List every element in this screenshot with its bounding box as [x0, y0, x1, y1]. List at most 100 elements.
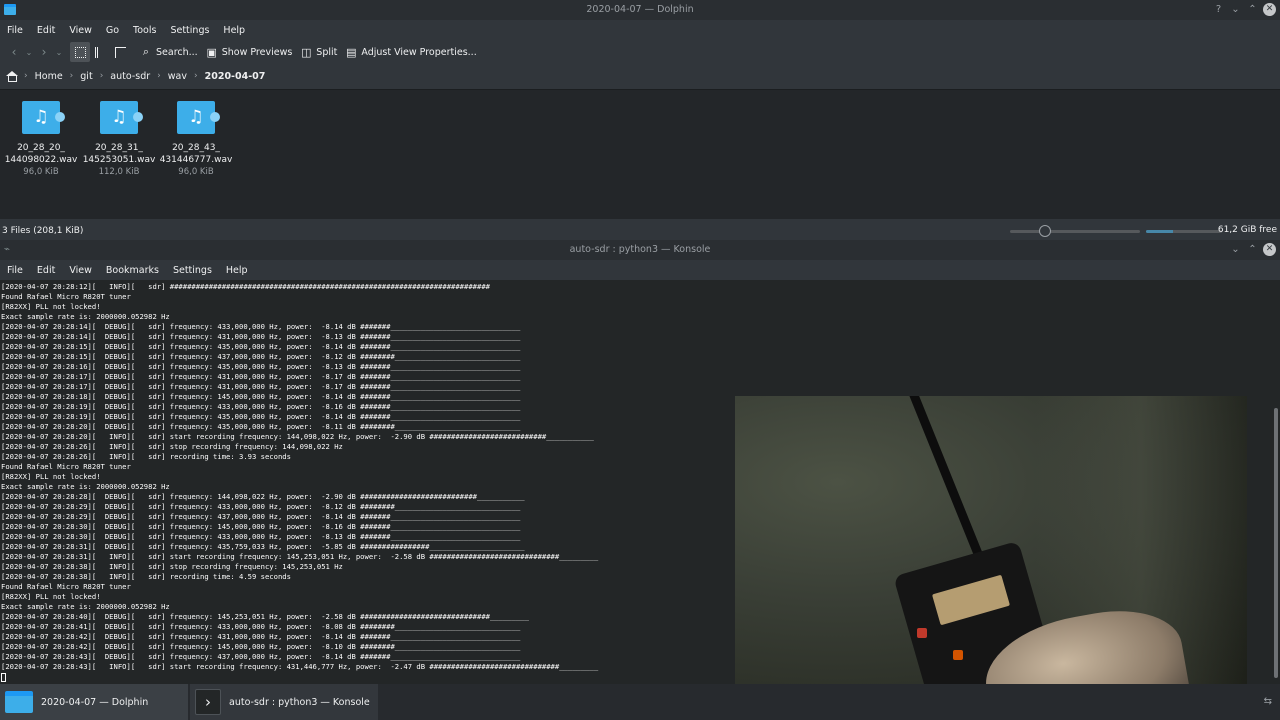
search-label: Search... — [156, 46, 198, 58]
radio-led — [917, 628, 927, 638]
file-name-line1: 20_28_20_ — [17, 143, 65, 153]
compact-view-icon — [94, 46, 106, 58]
back-button[interactable]: ‹ — [4, 42, 24, 62]
back-history-button[interactable]: ⌄ — [24, 42, 34, 62]
file-name-line2: 145253051.wav — [82, 155, 156, 165]
terminal-line: [2020-04-07 20:28:17][ DEBUG][ sdr] freq… — [1, 382, 521, 391]
minimize-icon[interactable]: ⌄ — [1229, 243, 1242, 256]
task-konsole-label: auto-sdr : python3 — Konsole — [229, 696, 370, 708]
menu-go[interactable]: Go — [99, 25, 126, 36]
crumb-git[interactable]: git — [80, 71, 92, 82]
konsole-menubar: File Edit View Bookmarks Settings Help — [0, 260, 1280, 280]
forward-button[interactable]: › — [34, 42, 54, 62]
show-previews-label: Show Previews — [221, 46, 293, 58]
properties-icon: ▤ — [346, 45, 357, 59]
file-size: 96,0 KiB — [178, 167, 214, 177]
chevron-down-icon: ⌄ — [25, 47, 33, 57]
terminal-line: [2020-04-07 20:28:12][ INFO][ sdr] #####… — [1, 282, 490, 291]
webcam-overlay — [735, 396, 1247, 684]
file-item[interactable]: ♫ 20_28_43_ 431446777.wav 96,0 KiB — [157, 98, 235, 177]
menu-settings[interactable]: Settings — [166, 265, 219, 276]
file-view[interactable]: ♫ 20_28_20_ 144098022.wav 96,0 KiB ♫ 20_… — [0, 89, 1280, 219]
audio-file-icon: ♫ — [22, 101, 65, 134]
menu-file[interactable]: File — [0, 265, 30, 276]
compact-view-button[interactable] — [90, 42, 110, 62]
free-space-bar — [1146, 230, 1222, 233]
terminal-line: Exact sample rate is: 2000000.052982 Hz — [1, 312, 170, 321]
crumb-wav[interactable]: wav — [168, 71, 187, 82]
konsole-title: auto-sdr : python3 — Konsole — [569, 244, 711, 255]
free-space-text: 61,2 GiB free — [1217, 225, 1277, 235]
split-button[interactable]: ◫ Split — [296, 42, 341, 62]
maximize-icon[interactable]: ⌃ — [1246, 243, 1259, 256]
terminal-scrollbar[interactable] — [1274, 408, 1278, 678]
konsole-titlebar[interactable]: ⌁ auto-sdr : python3 — Konsole ⌄ ⌃ ✕ — [0, 240, 1280, 260]
terminal-line: [2020-04-07 20:28:15][ DEBUG][ sdr] freq… — [1, 342, 521, 351]
terminal-cursor — [1, 672, 6, 682]
adjust-view-button[interactable]: ▤ Adjust View Properties... — [341, 42, 480, 62]
chevron-right-icon: › — [157, 71, 161, 81]
file-item[interactable]: ♫ 20_28_31_ 145253051.wav 112,0 KiB — [80, 98, 158, 177]
file-size: 112,0 KiB — [98, 167, 140, 177]
zoom-slider-track[interactable] — [1010, 230, 1140, 233]
search-button[interactable]: ⌕ Search... — [136, 42, 202, 62]
menu-edit[interactable]: Edit — [30, 25, 62, 36]
dolphin-titlebar[interactable]: 2020-04-07 — Dolphin ? ⌄ ⌃ ✕ — [0, 0, 1280, 20]
details-view-icon — [114, 46, 126, 58]
terminal-icon: › — [195, 689, 221, 715]
home-icon[interactable] — [5, 71, 18, 82]
file-name-line1: 20_28_31_ — [95, 143, 143, 153]
radio-button — [953, 650, 963, 660]
file-name-line1: 20_28_43_ — [172, 143, 220, 153]
chevron-right-icon: › — [69, 71, 74, 81]
split-icon: ◫ — [301, 45, 312, 59]
menu-help[interactable]: Help — [219, 265, 255, 276]
maximize-icon[interactable]: ⌃ — [1246, 3, 1259, 16]
dolphin-menubar: File Edit View Go Tools Settings Help — [0, 20, 1280, 40]
zoom-slider-handle[interactable] — [1039, 225, 1052, 237]
task-dolphin-label: 2020-04-07 — Dolphin — [41, 696, 149, 708]
status-bar: 3 Files (208,1 KiB) 61,2 GiB free — [0, 221, 1280, 240]
file-size: 96,0 KiB — [23, 167, 59, 177]
dolphin-title: 2020-04-07 — Dolphin — [586, 4, 694, 15]
terminal-line: [2020-04-07 20:28:14][ DEBUG][ sdr] freq… — [1, 322, 521, 331]
terminal-line: [2020-04-07 20:28:16][ DEBUG][ sdr] freq… — [1, 362, 521, 371]
details-view-button[interactable] — [110, 42, 130, 62]
terminal-line: [2020-04-07 20:28:15][ DEBUG][ sdr] freq… — [1, 352, 521, 361]
menu-file[interactable]: File — [0, 25, 30, 36]
audio-file-icon: ♫ — [100, 101, 143, 134]
menu-view[interactable]: View — [62, 265, 99, 276]
file-item[interactable]: ♫ 20_28_20_ 144098022.wav 96,0 KiB — [2, 98, 80, 177]
crumb-home[interactable]: Home — [35, 71, 63, 82]
menu-help[interactable]: Help — [216, 25, 252, 36]
file-name-line2: 144098022.wav — [4, 155, 78, 165]
menu-tools[interactable]: Tools — [126, 25, 163, 36]
free-space-fill — [1146, 230, 1173, 233]
menu-settings[interactable]: Settings — [163, 25, 216, 36]
image-icon: ▣ — [206, 45, 217, 59]
chevron-left-icon: ‹ — [11, 45, 17, 59]
crumb-current[interactable]: 2020-04-07 — [205, 71, 266, 82]
minimize-icon[interactable]: ⌄ — [1229, 3, 1242, 16]
close-icon[interactable]: ✕ — [1263, 243, 1276, 256]
show-previews-button[interactable]: ▣ Show Previews — [202, 42, 297, 62]
menu-edit[interactable]: Edit — [30, 265, 62, 276]
close-icon[interactable]: ✕ — [1263, 3, 1276, 16]
chevron-right-icon: › — [194, 71, 198, 81]
icons-view-button[interactable] — [70, 42, 90, 62]
task-dolphin[interactable]: 2020-04-07 — Dolphin — [0, 684, 188, 720]
menu-bookmarks[interactable]: Bookmarks — [99, 265, 166, 276]
tray-expand-icon[interactable]: ⇆ — [1264, 696, 1272, 707]
audio-file-icon: ♫ — [177, 101, 220, 134]
help-icon[interactable]: ? — [1212, 3, 1225, 16]
task-konsole[interactable]: › auto-sdr : python3 — Konsole — [190, 684, 378, 720]
forward-history-button[interactable]: ⌄ — [54, 42, 64, 62]
search-icon: ⌕ — [142, 45, 150, 58]
dolphin-window: 2020-04-07 — Dolphin ? ⌄ ⌃ ✕ File Edit V… — [0, 0, 1280, 240]
menu-view[interactable]: View — [62, 25, 99, 36]
window-controls: ? ⌄ ⌃ ✕ — [1212, 3, 1276, 16]
icons-view-icon — [74, 46, 86, 58]
terminal-line: [R82XX] PLL not locked! — [1, 302, 101, 311]
crumb-auto-sdr[interactable]: auto-sdr — [110, 71, 150, 82]
terminal-line: [2020-04-07 20:28:17][ DEBUG][ sdr] freq… — [1, 372, 521, 381]
